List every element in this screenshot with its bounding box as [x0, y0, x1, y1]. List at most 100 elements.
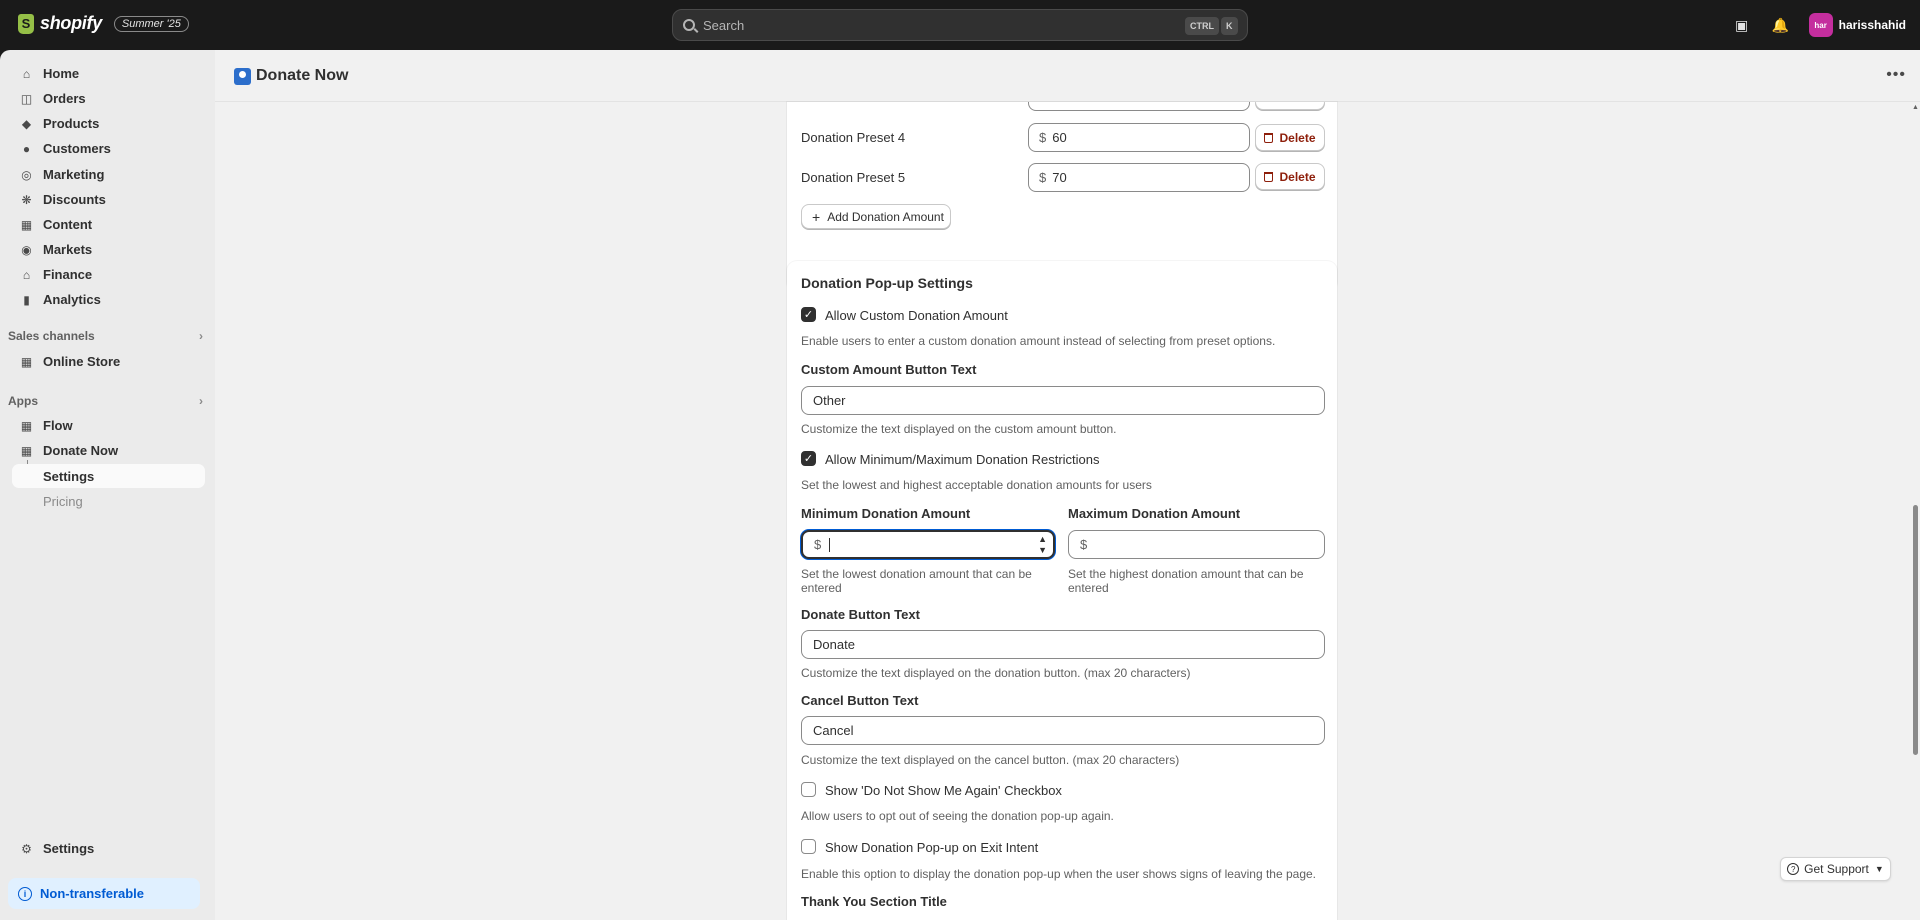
banner-label: Non-transferable: [40, 886, 145, 901]
preset-4-input[interactable]: $60: [1028, 123, 1250, 152]
help-icon: ?: [1787, 863, 1800, 875]
sidebar-item-label: Home: [43, 66, 80, 81]
sidebar-item-finance[interactable]: ⌂ Finance: [12, 262, 205, 287]
chevron-right-icon: ›: [199, 329, 203, 343]
max-amount-input[interactable]: $: [1068, 530, 1325, 559]
bell-icon[interactable]: 🔔: [1765, 9, 1797, 41]
user-name: harisshahid: [1838, 18, 1906, 32]
sidebar-item-settings[interactable]: ⚙ Settings: [12, 836, 205, 861]
button-label: Delete: [1279, 169, 1316, 184]
ctrl-key-hint: CTRL: [1185, 17, 1219, 35]
search-input[interactable]: Search CTRL K: [672, 9, 1248, 41]
chevron-up-icon[interactable]: ▲: [1038, 534, 1047, 545]
edition-badge[interactable]: Summer '25: [113, 15, 189, 32]
custom-text-help: Customize the text displayed on the cust…: [801, 422, 1117, 436]
sidebar-item-label: Analytics: [43, 292, 101, 307]
min-amount-label: Minimum Donation Amount: [801, 506, 971, 521]
sidebar-item-settings-sub[interactable]: Settings: [12, 464, 205, 488]
exit-intent-checkbox[interactable]: [801, 839, 816, 854]
sidebar-item-label: Finance: [43, 267, 93, 282]
cancel-button-text-input[interactable]: Cancel: [801, 716, 1325, 745]
plus-icon: +: [812, 208, 821, 225]
sidebar-item-analytics[interactable]: ▮ Analytics: [12, 287, 205, 312]
donate-text-label: Donate Button Text: [801, 607, 920, 622]
allow-custom-checkbox[interactable]: ✓: [801, 307, 816, 322]
scrollbar-thumb[interactable]: [1913, 505, 1918, 755]
button-label: Add Donation Amount: [827, 209, 944, 224]
sidebar-item-content[interactable]: ▦ Content: [12, 212, 205, 237]
sidebar-item-customers[interactable]: ● Customers: [12, 136, 205, 161]
sidebar-item-donate-now[interactable]: ▦ Donate Now: [12, 438, 205, 463]
thank-you-title-label: Thank You Section Title: [801, 894, 947, 909]
add-donation-amount-button[interactable]: + Add Donation Amount: [801, 204, 951, 229]
allow-custom-label[interactable]: Allow Custom Donation Amount: [825, 308, 1008, 323]
user-menu[interactable]: har harisshahid: [1808, 13, 1906, 37]
sidebar-item-label: Online Store: [43, 354, 121, 369]
search-icon: [683, 19, 695, 31]
sales-channels-header[interactable]: Sales channels ›: [8, 329, 203, 343]
k-key-hint: K: [1221, 17, 1238, 35]
preset-3-input-partial[interactable]: [1028, 102, 1250, 111]
shopify-logo[interactable]: S shopify Summer '25: [18, 13, 189, 34]
currency-prefix: $: [1039, 130, 1047, 145]
input-value: Donate: [813, 637, 855, 652]
sidebar-item-label: Donate Now: [43, 443, 119, 458]
text-caret: [829, 537, 831, 552]
home-icon: ⌂: [22, 66, 31, 81]
tag-icon: ◆: [21, 116, 32, 131]
get-support-button[interactable]: ? Get Support ▼: [1780, 857, 1891, 881]
sidebar-item-flow[interactable]: ▦ Flow: [12, 413, 205, 438]
sidebar-item-label: Content: [43, 217, 93, 232]
allow-minmax-checkbox[interactable]: ✓: [801, 451, 816, 466]
scroll-up-arrow[interactable]: ▲: [1912, 104, 1919, 111]
input-value: Other: [813, 393, 846, 408]
preset-5-label: Donation Preset 5: [801, 170, 906, 185]
popup-settings-title: Donation Pop-up Settings: [801, 275, 973, 291]
sidebar-item-label: Customers: [43, 141, 111, 156]
sidebar-item-label: Products: [43, 116, 100, 131]
store-icon: ▦: [20, 354, 33, 369]
chevron-down-icon[interactable]: ▼: [1038, 545, 1047, 556]
sidebar-item-products[interactable]: ◆ Products: [12, 111, 205, 136]
currency-prefix: $: [1039, 170, 1047, 185]
allow-minmax-label[interactable]: Allow Minimum/Maximum Donation Restricti…: [825, 452, 1100, 467]
shopify-bag-icon: S: [18, 13, 34, 34]
sidebar-item-label: Orders: [43, 91, 86, 106]
min-amount-input[interactable]: $ ▲ ▼: [801, 530, 1055, 559]
preset-5-input[interactable]: $70: [1028, 163, 1250, 192]
max-amount-help: Set the highest donation amount that can…: [1068, 567, 1304, 595]
preset-5-delete-button[interactable]: Delete: [1255, 163, 1325, 190]
preset-4-delete-button[interactable]: Delete: [1255, 124, 1325, 151]
number-stepper[interactable]: ▲ ▼: [1038, 534, 1047, 556]
currency-prefix: $: [814, 537, 822, 552]
allow-minmax-help: Set the lowest and highest acceptable do…: [801, 478, 1152, 492]
section-label: Sales channels: [8, 329, 95, 343]
preset-3-delete-partial[interactable]: [1255, 102, 1325, 110]
sidebar-item-online-store[interactable]: ▦ Online Store: [12, 349, 205, 374]
person-icon: ●: [22, 141, 31, 156]
apps-header[interactable]: Apps ›: [8, 394, 203, 408]
dont-show-label[interactable]: Show 'Do Not Show Me Again' Checkbox: [825, 783, 1062, 798]
cancel-text-label: Cancel Button Text: [801, 693, 919, 708]
flow-icon: ▦: [20, 418, 33, 433]
page-title: Donate Now: [256, 67, 349, 84]
donate-button-text-input[interactable]: Donate: [801, 630, 1325, 659]
cancel-text-help: Customize the text displayed on the canc…: [801, 753, 1180, 767]
sidebar-item-markets[interactable]: ◉ Markets: [12, 237, 205, 262]
sidebar-item-marketing[interactable]: ◎ Marketing: [12, 162, 205, 187]
sidekick-icon[interactable]: ▣: [1726, 9, 1758, 41]
exit-intent-label[interactable]: Show Donation Pop-up on Exit Intent: [825, 840, 1038, 855]
sidebar-item-pricing[interactable]: Pricing: [12, 489, 205, 513]
input-value: 60: [1052, 130, 1067, 145]
non-transferable-banner[interactable]: i Non-transferable: [8, 878, 200, 909]
brand-name: shopify: [40, 13, 102, 33]
sidebar-item-orders[interactable]: ◫ Orders: [12, 86, 205, 111]
search-placeholder: Search: [703, 17, 745, 33]
top-bar: S shopify Summer '25 Search CTRL K ▣ 🔔 h…: [0, 0, 1920, 50]
custom-amount-text-input[interactable]: Other: [801, 386, 1325, 415]
sidebar-item-discounts[interactable]: ❋ Discounts: [12, 187, 205, 212]
bank-icon: ⌂: [22, 267, 31, 282]
sidebar-item-home[interactable]: ⌂ Home: [12, 61, 205, 86]
dont-show-checkbox[interactable]: [801, 782, 816, 797]
more-options-icon[interactable]: •••: [1886, 66, 1906, 84]
